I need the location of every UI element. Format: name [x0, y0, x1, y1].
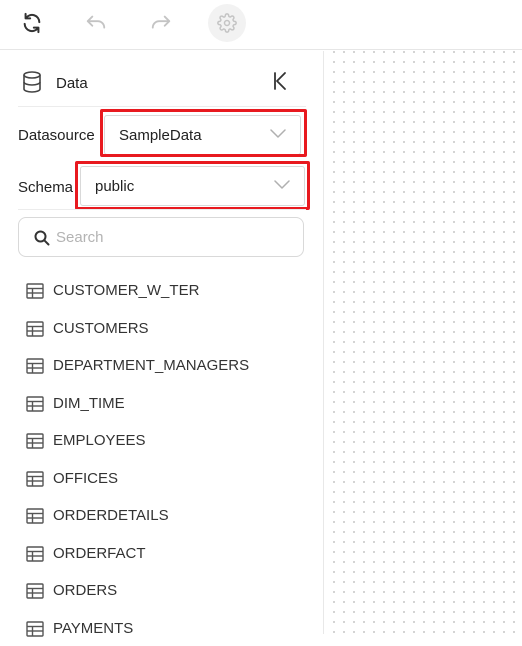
table-item-label: CUSTOMERS: [53, 319, 149, 337]
redo-button[interactable]: [142, 4, 180, 42]
table-icon: [26, 545, 44, 562]
panel-header: Data: [18, 51, 306, 107]
table-item[interactable]: DEPARTMENT_MANAGERS: [0, 349, 324, 383]
table-item-label: ORDERS: [53, 582, 118, 599]
refresh-button[interactable]: [13, 4, 51, 42]
table-item-label: ORDERDETAILS: [53, 507, 169, 524]
search-box[interactable]: [18, 217, 304, 257]
table-icon: [26, 470, 44, 487]
settings-button[interactable]: [208, 4, 246, 42]
schema-label: Schema: [18, 179, 74, 196]
table-icon: [26, 283, 44, 299]
table-icon: [26, 583, 44, 599]
refresh-icon: [23, 12, 41, 34]
table-icon: [26, 358, 44, 374]
table-item-label: OFFICES: [53, 469, 119, 487]
table-item[interactable]: DIM_TIME: [0, 387, 324, 421]
search-input[interactable]: [54, 226, 294, 248]
table-item-label: ORDERFACT: [53, 544, 146, 562]
table-icon: [26, 508, 44, 524]
redo-icon: [151, 15, 171, 29]
table-item[interactable]: EMPLOYEES: [0, 424, 324, 458]
table-icon: [26, 433, 44, 449]
undo-button[interactable]: [77, 4, 115, 42]
table-icon: [26, 620, 44, 637]
undo-icon: [86, 15, 106, 29]
table-item[interactable]: ORDERFACT: [0, 537, 324, 571]
search-icon: [34, 230, 50, 246]
table-item-label: EMPLOYEES: [53, 432, 146, 449]
table-item[interactable]: OFFICES: [0, 462, 324, 496]
toolbar: [0, 0, 522, 50]
table-item-label: DEPARTMENT_MANAGERS: [53, 357, 250, 374]
table-icon: [26, 395, 44, 412]
chevron-down-icon: [274, 180, 290, 189]
design-canvas[interactable]: [325, 51, 522, 634]
table-item[interactable]: CUSTOMERS: [0, 312, 324, 346]
schema-value: public: [95, 178, 135, 195]
chevron-down-icon: [270, 129, 286, 138]
table-icon: [26, 320, 44, 337]
table-item[interactable]: ORDERDETAILS: [0, 499, 324, 533]
datasource-value: SampleData: [119, 127, 202, 144]
table-item[interactable]: PAYMENTS: [0, 612, 324, 646]
datasource-label: Datasource: [18, 127, 95, 144]
database-icon: [23, 71, 41, 93]
schema-select[interactable]: public: [80, 166, 305, 206]
collapse-icon: [274, 72, 286, 90]
data-panel: Data Datasource SampleData Schema public…: [0, 51, 324, 637]
datasource-select[interactable]: SampleData: [104, 115, 301, 155]
collapse-panel-button[interactable]: [272, 71, 292, 93]
table-item[interactable]: ORDERS: [0, 574, 324, 608]
gear-icon: [217, 13, 237, 33]
table-item-label: DIM_TIME: [53, 394, 125, 412]
panel-title: Data: [56, 75, 88, 92]
table-item-label: CUSTOMER_W_TER: [53, 282, 200, 299]
divider: [18, 209, 306, 210]
table-item[interactable]: CUSTOMER_W_TER: [0, 274, 324, 308]
